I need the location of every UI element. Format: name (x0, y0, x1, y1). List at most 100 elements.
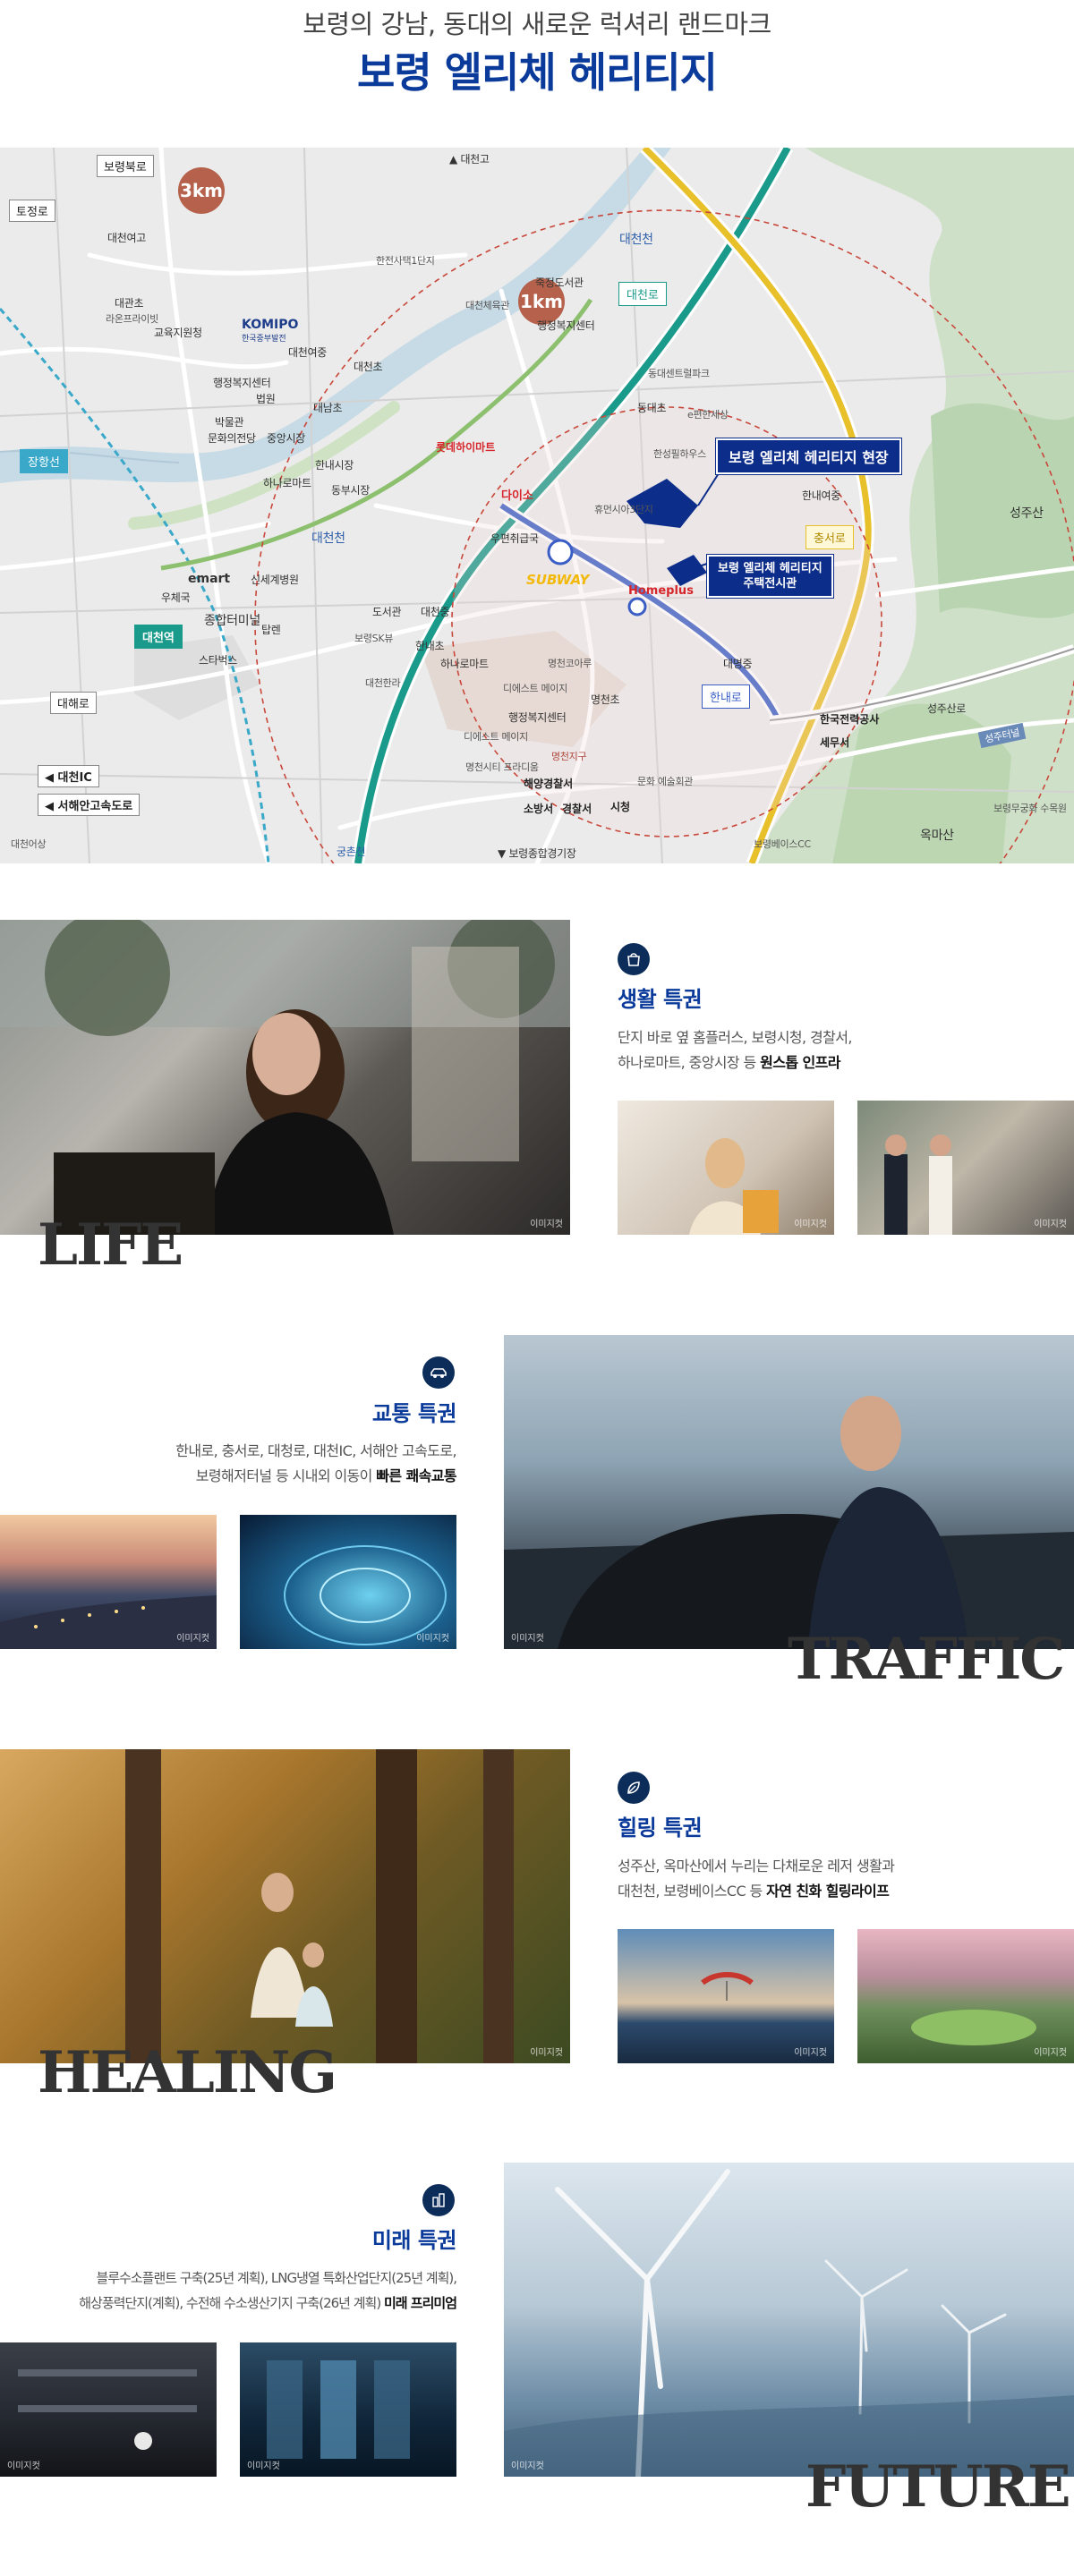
life-photo-street: 이미지컷 (857, 1101, 1074, 1235)
traffic-photo-highway: 이미지컷 (0, 1515, 217, 1649)
brand-daiso: 다이소 (501, 489, 533, 503)
place-sports-complex: ▼ 보령종합경기장 (498, 847, 576, 860)
brand-city-hall: 시청 (610, 801, 631, 813)
place-hannae-elem: 한내초 (415, 640, 445, 652)
leaf-icon (618, 1772, 650, 1804)
page-subtitle: 보령의 강남, 동대의 새로운 럭셔리 랜드마크 (303, 9, 771, 39)
place-shinsegae-hospital: 신세계병원 (251, 574, 299, 586)
life-photo-shopping: 이미지컷 (618, 1101, 834, 1235)
life-title: 생활 특권 (618, 987, 703, 1012)
place-okmasan: 옥마산 (920, 829, 954, 843)
place-boryeong-sk-view: 보령SK뷰 (354, 633, 394, 644)
place-e-pyunhan: e편한세상 (687, 409, 729, 421)
place-myeongcheon-koaru: 명천코아루 (548, 658, 592, 669)
healing-description: 성주산, 옥마산에서 누리는 다채로운 레저 생활과 대천천, 보령베이스CC … (618, 1854, 895, 1904)
future-desc-line2: 해상풍력단지(계획), 수전해 수소생산기지 구축(26년 계획) 미래 프리미… (0, 2291, 457, 2316)
place-bus-terminal: 종합터미널 (204, 614, 260, 628)
place-jukjeong-library: 죽정도서관 (535, 276, 584, 289)
place-post-office: 우체국 (161, 591, 191, 604)
place-starbucks: 스타벅스 (199, 654, 237, 667)
place-hanaro-mart-2: 하나로마트 (440, 658, 489, 670)
traffic-main-photo: 이미지컷 (504, 1335, 1074, 1649)
future-desc-line2-text: 해상풍력단지(계획), 수전해 수소생산기지 구축(26년 계획) (79, 2295, 384, 2311)
brand-fire-station: 소방서 (524, 803, 554, 815)
road-tag-daecheon-ro: 대천로 (618, 282, 667, 306)
box-daecheon-ic: ◀ 대천IC (38, 765, 99, 787)
brand-subway: SUBWAY (526, 572, 590, 588)
life-description: 단지 바로 옆 홈플러스, 보령시청, 경찰서, 하나로마트, 중앙시장 등 원… (618, 1025, 852, 1075)
traffic-title: 교통 특권 (371, 1401, 457, 1426)
life-photo-shopping-caption: 이미지컷 (794, 1220, 827, 1229)
place-daecheon-halla: 대천한라 (365, 677, 401, 689)
building-icon (422, 2184, 455, 2216)
healing-photo-golf: 이미지컷 (857, 1929, 1074, 2063)
box-tojeong-ro: 토정로 (9, 200, 55, 222)
place-daecheon-high: ▲ 대천고 (449, 153, 490, 166)
healing-desc-line1: 성주산, 옥마산에서 누리는 다채로운 레저 생활과 (618, 1858, 895, 1875)
traffic-photo-highway-caption: 이미지컷 (176, 1634, 209, 1644)
future-photo-plant: 이미지컷 (0, 2342, 217, 2477)
place-seongjusan: 성주산 (1010, 506, 1044, 521)
page-header: 보령의 강남, 동대의 새로운 럭셔리 랜드마크 보령 엘리체 헤리티지 (0, 0, 1074, 148)
road-seongjusan-ro: 성주산로 (927, 702, 966, 715)
place-daemyeong-mid: 대명중 (723, 658, 753, 670)
road-tag-chungseo-ro: 충서로 (806, 525, 854, 549)
place-library: 도서관 (372, 606, 402, 618)
brand-emart: emart (188, 572, 231, 586)
place-museum: 박물관 (215, 416, 244, 429)
place-dongdae-central-park: 동대센트럴파크 (648, 368, 710, 379)
life-photo-art (0, 920, 570, 1235)
place-post-office-agent: 우편취급국 (490, 532, 539, 545)
site-callout: 보령 엘리체 헤리티지 현장 (716, 438, 901, 474)
future-desc-highlight: 미래 프리미엄 (383, 2295, 457, 2311)
place-daecheoncheon-south: 대천천 (311, 531, 345, 546)
future-title: 미래 특권 (371, 2228, 457, 2253)
place-court: 법원 (256, 393, 276, 405)
place-diest-maiji-1: 디에스트 메이지 (503, 683, 567, 694)
healing-word: HEALING (38, 2039, 337, 2106)
station-daecheon: 대천역 (134, 625, 183, 649)
life-desc-highlight: 원스톱 인프라 (760, 1054, 840, 1071)
place-hannae-market: 한내시장 (315, 459, 354, 472)
page-title: 보령 엘리체 헤리티지 (357, 48, 718, 97)
place-hannae-girls-mid: 한내여중 (802, 489, 840, 502)
brand-lotte-himart: 롯데하이마트 (436, 441, 496, 454)
car-icon (422, 1356, 455, 1389)
healing-main-photo: 이미지컷 (0, 1749, 570, 2063)
future-description: 블루수소플랜트 구축(25년 계획), LNG냉열 특화산업단지(25년 계획)… (0, 2266, 457, 2316)
place-daecheon-girls-high: 대천여고 (107, 232, 146, 244)
place-central-market: 중앙시장 (267, 432, 305, 445)
traffic-desc-highlight: 빠른 쾌속교통 (376, 1467, 456, 1484)
future-main-photo: 이미지컷 (504, 2163, 1074, 2477)
healing-title: 힐링 특권 (618, 1815, 703, 1841)
place-humansia-3: 휴먼시아3단지 (594, 504, 653, 515)
brand-kepco: 한국전력공사 (820, 713, 880, 726)
place-myeongcheon-city: 명천시티 프라디움 (465, 761, 539, 773)
box-daehae-ro: 대해로 (50, 692, 97, 714)
healing-photo-paraglider: 이미지컷 (618, 1929, 834, 2063)
place-daecheoncheon-north: 대천천 (619, 233, 653, 247)
place-myeongcheon-district: 명천지구 (551, 751, 587, 762)
place-diest-maiji-2: 디에스트 메이지 (464, 731, 528, 743)
place-daecheon-fish-market: 대천어상 (11, 838, 47, 850)
place-admin-center-2: 행정복지센터 (537, 319, 595, 332)
traffic-main-photo-caption: 이미지컷 (511, 1634, 544, 1644)
brand-tax-office: 세무서 (820, 736, 850, 749)
place-daecheon-mid: 대천중 (421, 606, 450, 618)
box-boryeong-bukro: 보령북로 (97, 155, 154, 177)
place-kepco-housing: 한전사택1단지 (376, 255, 435, 267)
location-map: 3km 1km 보령 엘리체 헤리티지 현장 보령 엘리체 헤리티지 주택전시관… (0, 148, 1074, 863)
place-mugunghwa-arboretum: 보령무궁화 수목원 (993, 803, 1067, 814)
place-gungchoncheon: 궁촌천 (337, 846, 366, 858)
map-graphics (0, 148, 1074, 863)
future-photo-datacenter: 이미지컷 (240, 2342, 456, 2477)
brand-homeplus: Homeplus (628, 584, 694, 598)
road-tag-janghang-line: 장항선 (20, 449, 68, 473)
place-raon-private: 라온프라이빗 (106, 313, 158, 325)
place-daenam-elem: 대남초 (313, 402, 343, 414)
traffic-desc-line2-text: 보령해저터널 등 시내외 이동이 (195, 1467, 377, 1484)
place-admin-center-3: 행정복지센터 (508, 711, 567, 724)
road-tag-hannae-ro: 한내로 (702, 684, 750, 709)
place-daecheon-elem: 대천초 (354, 361, 383, 373)
place-tap-rent: 탑렌 (261, 624, 281, 636)
